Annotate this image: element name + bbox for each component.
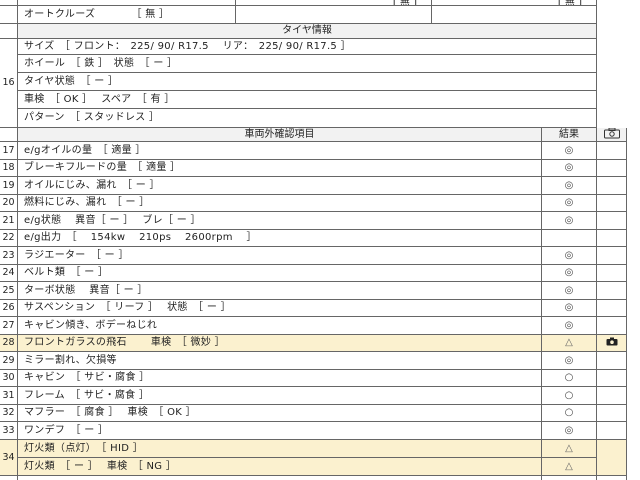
result-mark: ◎ bbox=[542, 317, 597, 335]
check-item-text: 灯火類（点灯） ［ HID ］ bbox=[18, 440, 542, 458]
result-mark: ◎ bbox=[542, 212, 597, 230]
tire-inspection-row: 車検 ［ OK ］ スペア ［ 有 ］ bbox=[18, 91, 597, 109]
photo-cell bbox=[597, 247, 627, 265]
result-mark: ◎ bbox=[542, 142, 597, 160]
auto-cruise-text: オートクルーズ ［ 無 ］ bbox=[18, 6, 236, 24]
result-mark: ◎ bbox=[542, 195, 597, 212]
row-num: 25 bbox=[0, 282, 18, 300]
photo-cell bbox=[597, 422, 627, 440]
check-item-text: ブレーキフルードの量 ［ 適量 ］ bbox=[18, 160, 542, 177]
tire-header-left bbox=[0, 24, 18, 39]
result-header: 結果 bbox=[542, 128, 597, 142]
photo-cell bbox=[597, 212, 627, 230]
result-mark: ◎ bbox=[542, 247, 597, 265]
check-item-text: オイルにじみ、漏れ ［ ー ］ bbox=[18, 177, 542, 195]
result-mark: △ bbox=[542, 440, 597, 458]
check-header-left bbox=[0, 128, 18, 142]
top-row-cell bbox=[236, 6, 432, 24]
photo-cell bbox=[597, 177, 627, 195]
result-mark: △ bbox=[542, 335, 597, 352]
photo-cell bbox=[597, 230, 627, 247]
row-num: 23 bbox=[0, 247, 18, 265]
tire-info-header: タイヤ情報 bbox=[18, 24, 597, 39]
check-item-text: キャビン傾き、ボデーねじれ bbox=[18, 317, 542, 335]
photo-cell bbox=[597, 370, 627, 387]
photo-cell bbox=[597, 195, 627, 212]
photo-cell bbox=[597, 405, 627, 422]
row-num: 31 bbox=[0, 387, 18, 405]
photo-cell bbox=[597, 352, 627, 370]
row-num: 29 bbox=[0, 352, 18, 370]
row-num: 21 bbox=[0, 212, 18, 230]
check-item-text: ワンデフ ［ ー ］ bbox=[18, 422, 542, 440]
check-item-text: ミラー割れ、欠損等 bbox=[18, 352, 542, 370]
row-num bbox=[0, 476, 18, 480]
result-mark: ○ bbox=[542, 370, 597, 387]
result-mark: ◎ bbox=[542, 265, 597, 282]
result-mark: ◎ bbox=[542, 282, 597, 300]
check-item-text: 灯火類 ［ ー ］ 車検 ［ NG ］ bbox=[18, 458, 542, 476]
camera-icon bbox=[603, 128, 621, 141]
photo-cell bbox=[597, 160, 627, 177]
result-mark: ◎ bbox=[542, 160, 597, 177]
row-num: 32 bbox=[0, 405, 18, 422]
photo-cell bbox=[597, 300, 627, 317]
row-num: 22 bbox=[0, 230, 18, 247]
photo-cell[interactable] bbox=[597, 335, 627, 352]
result-mark: ○ bbox=[542, 387, 597, 405]
check-item-text: ラジエーター ［ ー ］ bbox=[18, 247, 542, 265]
row-num: 30 bbox=[0, 370, 18, 387]
check-item-text: e/gオイルの量 ［ 適量 ］ bbox=[18, 142, 542, 160]
camera-icon[interactable] bbox=[606, 337, 618, 349]
row-num: 27 bbox=[0, 317, 18, 335]
row-num: 33 bbox=[0, 422, 18, 440]
check-item-text: フレーム ［ サビ・腐食 ］ bbox=[18, 387, 542, 405]
result-mark: ◎ bbox=[542, 177, 597, 195]
check-item-text: 燃料にじみ、漏れ ［ ー ］ bbox=[18, 195, 542, 212]
row-num: 28 bbox=[0, 335, 18, 352]
photo-cell bbox=[597, 282, 627, 300]
row-num: 20 bbox=[0, 195, 18, 212]
result-mark: ◎ bbox=[542, 422, 597, 440]
tire-pattern-row: パターン ［ スタッドレス ］ bbox=[18, 109, 597, 128]
tire-wheel-row: ホイール ［ 鉄 ］ 状態 ［ ー ］ bbox=[18, 55, 597, 73]
inspection-sheet: [ 無 ] [ 無 ] オートクルーズ ［ 無 ］ タイヤ情報 16 サイズ ［… bbox=[0, 0, 640, 480]
check-item-text: e/g出力 ［ 154kw 210ps 2600rpm ］ bbox=[18, 230, 542, 247]
check-item-text: e/g状態 異音［ ー ］ ブレ［ ー ］ bbox=[18, 212, 542, 230]
result-mark: ◎ bbox=[542, 352, 597, 370]
check-item-text: サスペンション ［ リーフ ］ 状態 ［ ー ］ bbox=[18, 300, 542, 317]
row-num: 17 bbox=[0, 142, 18, 160]
row-num: 34 bbox=[0, 440, 18, 476]
top-row-num bbox=[0, 6, 18, 24]
photo-cell bbox=[597, 440, 627, 476]
row-num: 26 bbox=[0, 300, 18, 317]
check-item-text: フロントガラスの飛石 車検 ［ 微妙 ］ bbox=[18, 335, 542, 352]
row-num: 24 bbox=[0, 265, 18, 282]
row-num: 19 bbox=[0, 177, 18, 195]
check-item-text: マフラー ［ 腐食 ］ 車検 ［ OK ］ bbox=[18, 405, 542, 422]
photo-cell bbox=[597, 387, 627, 405]
row-num: 18 bbox=[0, 160, 18, 177]
result-mark: ○ bbox=[542, 405, 597, 422]
photo-cell bbox=[597, 142, 627, 160]
check-items-header: 車両外確認項目 bbox=[18, 128, 542, 142]
result-mark: △ bbox=[542, 458, 597, 476]
result-mark bbox=[542, 476, 597, 480]
check-item-text: キャビン ［ サビ・腐食 ］ bbox=[18, 370, 542, 387]
result-mark: ◎ bbox=[542, 300, 597, 317]
photo-cell bbox=[597, 317, 627, 335]
check-item-text: ターボ状態 異音［ ー ］ bbox=[18, 282, 542, 300]
tire-row-num: 16 bbox=[0, 39, 18, 128]
tire-state-row: タイヤ状態 ［ ー ］ bbox=[18, 73, 597, 91]
check-item-text: ベルト類 ［ ー ］ bbox=[18, 265, 542, 282]
photo-cell bbox=[597, 265, 627, 282]
tire-size-row: サイズ ［ フロント： 225/ 90/ R17.5 リア： 225/ 90/ … bbox=[18, 39, 597, 55]
top-row-cell bbox=[432, 6, 597, 24]
photo-header bbox=[597, 128, 627, 142]
photo-cell bbox=[597, 476, 627, 480]
check-item-text bbox=[18, 476, 542, 480]
result-mark bbox=[542, 230, 597, 247]
